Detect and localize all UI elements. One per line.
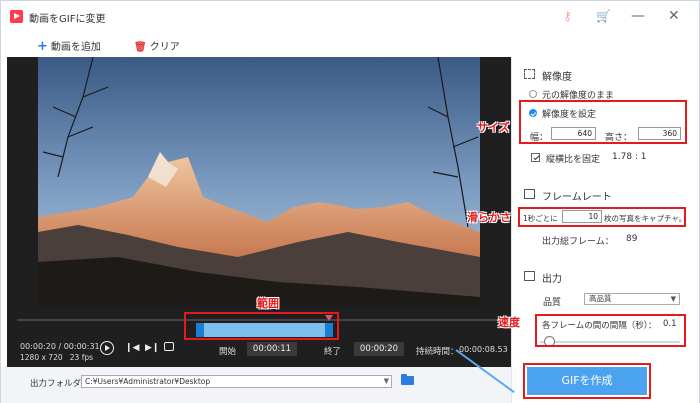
duration-value: 00:00:08.53	[459, 345, 508, 354]
speed-annotation: 速度	[498, 316, 520, 329]
output-folder-path: C:¥Users¥Administrator¥Desktop	[85, 377, 211, 386]
clear-label: クリア	[149, 42, 180, 53]
resolution-text: 1280 x 720	[20, 353, 63, 362]
chevron-down-icon: ▼	[670, 295, 676, 303]
add-video-label: 動画を追加	[50, 42, 101, 53]
smoothness-annotation: 滑らかさ	[467, 211, 511, 224]
smoothness-highlight-box	[518, 207, 686, 227]
range-highlight-box	[184, 312, 339, 340]
keep-ratio-checkbox[interactable]	[531, 153, 540, 162]
size-annotation: サイズ	[477, 121, 510, 134]
duration-label: 持続時間：	[416, 347, 459, 357]
start-label: 開始	[219, 347, 237, 357]
create-button-highlight-box	[523, 363, 651, 399]
app-logo-icon	[10, 10, 23, 23]
ratio-value: 1.78 : 1	[612, 152, 647, 162]
range-annotation: 範囲	[257, 297, 279, 310]
title-bar: 動画をGIFに変更 ⚷ 🛒 — ✕	[1, 1, 699, 31]
framerate-title: フレームレート	[542, 192, 612, 203]
resolution-icon	[524, 69, 535, 79]
output-image-icon	[524, 271, 535, 281]
chevron-down-icon[interactable]: ▼	[384, 376, 389, 387]
end-time-input[interactable]: 00:00:20	[354, 342, 404, 356]
output-title: 出力	[542, 274, 562, 285]
add-video-button[interactable]: + 動画を追加	[37, 38, 101, 53]
clear-button[interactable]: 🗑 クリア	[134, 38, 180, 53]
window-title: 動画をGIFに変更	[29, 14, 106, 25]
current-time: 00:00:20 / 00:00:31	[20, 342, 100, 351]
size-highlight-box	[519, 100, 687, 144]
close-button[interactable]: ✕	[668, 9, 680, 23]
snapshot-icon[interactable]	[164, 342, 174, 351]
toolbar: + 動画を追加 🗑 クリア	[1, 31, 699, 57]
keep-original-radio[interactable]	[529, 90, 537, 98]
app-window: 動画をGIFに変更 ⚷ 🛒 — ✕ + 動画を追加 🗑 クリア 00:00:20…	[0, 0, 700, 403]
end-label: 終了	[324, 347, 342, 357]
video-meta: 1280 x 720 23 fps	[20, 353, 93, 362]
quality-label: 品質	[543, 298, 562, 308]
trash-icon: 🗑	[134, 42, 147, 53]
output-bar: 出力フォルダ： C:¥Users¥Administrator¥Desktop ▼	[1, 367, 511, 403]
fps-text: 23 fps	[69, 353, 94, 362]
play-button[interactable]	[100, 341, 114, 355]
folder-icon[interactable]	[401, 374, 414, 385]
key-icon[interactable]: ⚷	[563, 9, 572, 23]
resolution-title: 解像度	[542, 72, 572, 83]
minimize-button[interactable]: —	[631, 9, 645, 23]
total-frames-value: 89	[626, 234, 638, 244]
prev-frame-button[interactable]: ❙◀	[125, 343, 139, 353]
output-folder-field[interactable]: C:¥Users¥Administrator¥Desktop ▼	[81, 375, 392, 388]
quality-value: 高品質	[589, 294, 612, 303]
start-time-input[interactable]: 00:00:11	[247, 342, 297, 356]
cart-icon[interactable]: 🛒	[596, 9, 611, 23]
next-frame-button[interactable]: ▶❙	[145, 343, 159, 353]
total-frames-label: 出力総フレーム：	[542, 237, 614, 247]
framerate-icon	[524, 189, 535, 199]
keep-ratio-label: 縦横比を固定	[546, 155, 601, 165]
speed-highlight-box	[535, 314, 686, 347]
quality-select[interactable]: 高品質 ▼	[584, 293, 680, 305]
video-frame	[38, 57, 480, 305]
plus-icon: +	[37, 39, 48, 54]
